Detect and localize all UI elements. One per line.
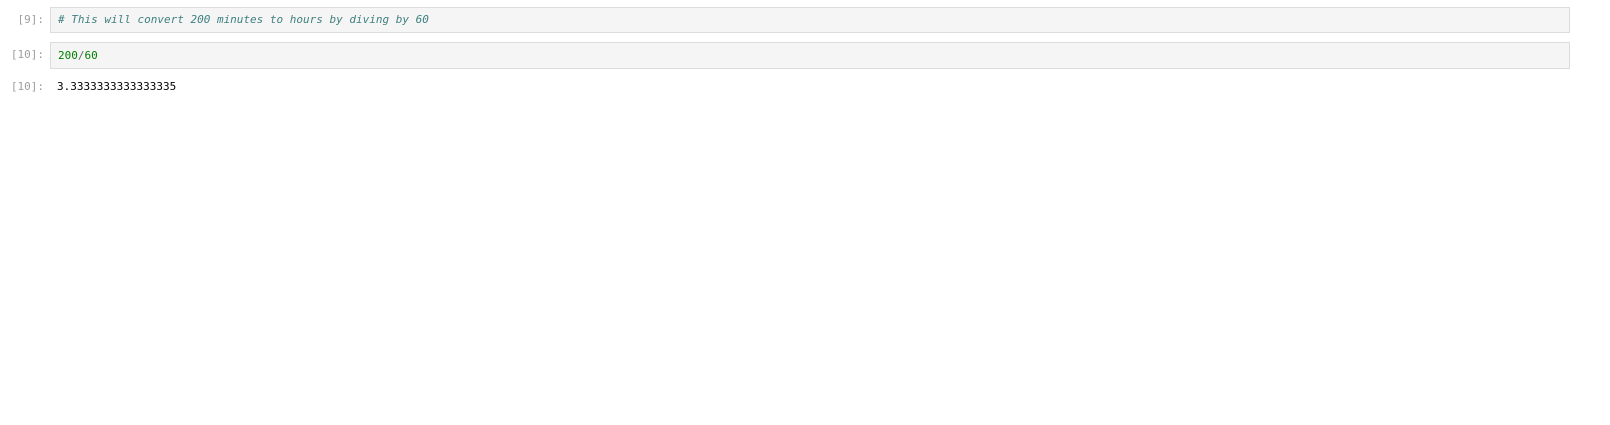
code-operator: /	[77, 49, 85, 62]
code-number: 200	[58, 49, 78, 62]
code-cell-9[interactable]: [9]: # This will convert 200 minutes to …	[0, 7, 1610, 33]
code-editor[interactable]: 200/60	[50, 42, 1570, 69]
input-prompt: [9]:	[17, 13, 45, 26]
code-source: 200/60	[58, 49, 98, 62]
output-cell-10: [10]: 3.3333333333333335	[0, 78, 1610, 98]
code-cell-10[interactable]: [10]: 200/60	[0, 42, 1610, 69]
output-prompt: [10]:	[10, 80, 44, 93]
notebook: [9]: # This will convert 200 minutes to …	[0, 0, 1610, 425]
output-text: 3.3333333333333335	[57, 80, 177, 93]
code-editor[interactable]: # This will convert 200 minutes to hours…	[50, 7, 1570, 33]
code-number: 60	[84, 49, 98, 62]
input-prompt: [10]:	[10, 48, 44, 61]
code-comment: # This will convert 200 minutes to hours…	[58, 13, 429, 26]
